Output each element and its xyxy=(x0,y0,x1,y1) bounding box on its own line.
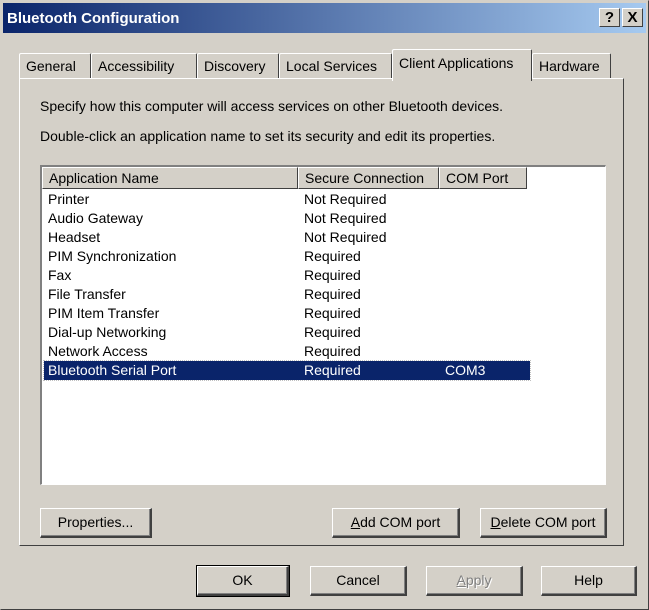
secure-connection-cell: Not Required xyxy=(304,210,387,226)
close-title-button[interactable]: X xyxy=(622,8,643,27)
ok-button[interactable]: OK xyxy=(196,565,290,597)
secure-connection-cell: Not Required xyxy=(304,229,387,245)
column-header-application-name[interactable]: Application Name xyxy=(42,167,298,189)
app-name-cell: Audio Gateway xyxy=(48,210,143,226)
column-header-secure-connection[interactable]: Secure Connection xyxy=(298,167,439,189)
add-com-port-button[interactable]: Add COM port xyxy=(332,508,460,538)
tab-local-services[interactable]: Local Services xyxy=(279,53,392,79)
app-name-cell: Bluetooth Serial Port xyxy=(48,362,177,378)
help-button[interactable]: Help xyxy=(541,566,637,596)
client-applications-panel: Specify how this computer will access se… xyxy=(19,78,624,546)
title-bar[interactable]: Bluetooth Configuration ? X xyxy=(3,3,646,33)
app-name-cell: Network Access xyxy=(48,343,148,359)
description-line-2: Double-click an application name to set … xyxy=(40,128,496,144)
app-name-cell: Dial-up Networking xyxy=(48,324,167,340)
app-name-cell: Fax xyxy=(48,267,72,283)
app-name-cell: Headset xyxy=(48,229,101,245)
window-title: Bluetooth Configuration xyxy=(7,9,180,27)
secure-connection-cell: Required xyxy=(304,362,361,378)
secure-connection-cell: Required xyxy=(304,267,361,283)
delete-com-port-mnemonic: D xyxy=(490,514,501,530)
com-port-cell: COM3 xyxy=(445,362,486,378)
apply-label: pply xyxy=(465,572,492,588)
table-row-selected[interactable]: Bluetooth Serial Port Required COM3 xyxy=(43,360,531,381)
add-com-port-mnemonic: A xyxy=(350,514,361,530)
app-name-cell: PIM Item Transfer xyxy=(48,305,160,321)
secure-connection-cell: Required xyxy=(304,343,361,359)
list-header: Application Name Secure Connection COM P… xyxy=(42,167,605,189)
table-row[interactable]: Network Access Required xyxy=(44,342,530,361)
cancel-button[interactable]: Cancel xyxy=(310,566,407,596)
table-row[interactable]: PIM Item Transfer Required xyxy=(44,304,530,323)
apply-mnemonic: A xyxy=(456,572,466,588)
table-row[interactable]: Audio Gateway Not Required xyxy=(44,209,530,228)
tab-accessibility[interactable]: Accessibility xyxy=(91,53,197,79)
secure-connection-cell: Required xyxy=(304,324,361,340)
secure-connection-cell: Required xyxy=(304,286,361,302)
tab-hardware[interactable]: Hardware xyxy=(532,53,611,79)
table-row[interactable]: Headset Not Required xyxy=(44,228,530,247)
secure-connection-cell: Required xyxy=(304,305,361,321)
apply-button[interactable]: Apply xyxy=(426,566,523,596)
tab-discovery[interactable]: Discovery xyxy=(197,53,279,79)
table-row[interactable]: File Transfer Required xyxy=(44,285,530,304)
help-title-button[interactable]: ? xyxy=(599,8,620,27)
delete-com-port-label: elete COM port xyxy=(500,514,596,530)
dialog-window: Bluetooth Configuration ? X General Acce… xyxy=(0,0,649,610)
table-row[interactable]: Dial-up Networking Required xyxy=(44,323,530,342)
add-com-port-label: dd COM port xyxy=(360,514,441,530)
table-row[interactable]: PIM Synchronization Required xyxy=(44,247,530,266)
description-line-1: Specify how this computer will access se… xyxy=(40,98,503,114)
applications-list[interactable]: Application Name Secure Connection COM P… xyxy=(40,165,606,485)
table-row[interactable]: Fax Required xyxy=(44,266,530,285)
tab-client-applications[interactable]: Client Applications xyxy=(392,49,532,81)
app-name-cell: Printer xyxy=(48,191,90,207)
secure-connection-cell: Not Required xyxy=(304,191,387,207)
delete-com-port-button[interactable]: Delete COM port xyxy=(480,508,607,538)
column-header-com-port[interactable]: COM Port xyxy=(439,167,527,189)
app-name-cell: PIM Synchronization xyxy=(48,248,177,264)
app-name-cell: File Transfer xyxy=(48,286,126,302)
tab-general[interactable]: General xyxy=(19,53,91,79)
secure-connection-cell: Required xyxy=(304,248,361,264)
properties-button[interactable]: Properties... xyxy=(40,508,152,538)
table-row[interactable]: Printer Not Required xyxy=(44,190,530,209)
